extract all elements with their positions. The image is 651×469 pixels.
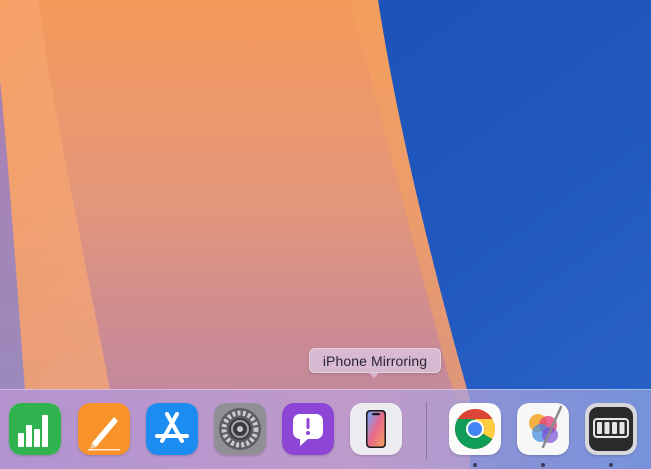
- chrome-running-indicator: [473, 463, 477, 467]
- dock-separator: [426, 402, 427, 460]
- tooltip-arrow: [368, 372, 380, 378]
- tooltip-text: iPhone Mirroring: [322, 352, 428, 369]
- pixelmator-pro-icon[interactable]: [517, 403, 569, 455]
- activity-monitor-icon[interactable]: [585, 403, 637, 455]
- dock: [0, 389, 651, 469]
- chrome-icon[interactable]: [449, 403, 501, 455]
- dock-tooltip: iPhone Mirroring: [309, 348, 441, 373]
- feedback-assistant-icon[interactable]: [282, 403, 334, 455]
- system-settings-icon[interactable]: [214, 403, 266, 455]
- pixelmator-running-indicator: [541, 463, 545, 467]
- activity-monitor-running-indicator: [609, 463, 613, 467]
- numbers-icon[interactable]: [9, 403, 61, 455]
- pages-icon[interactable]: [78, 403, 130, 455]
- iphone-mirroring-icon[interactable]: [350, 403, 402, 455]
- app-store-icon[interactable]: [146, 403, 198, 455]
